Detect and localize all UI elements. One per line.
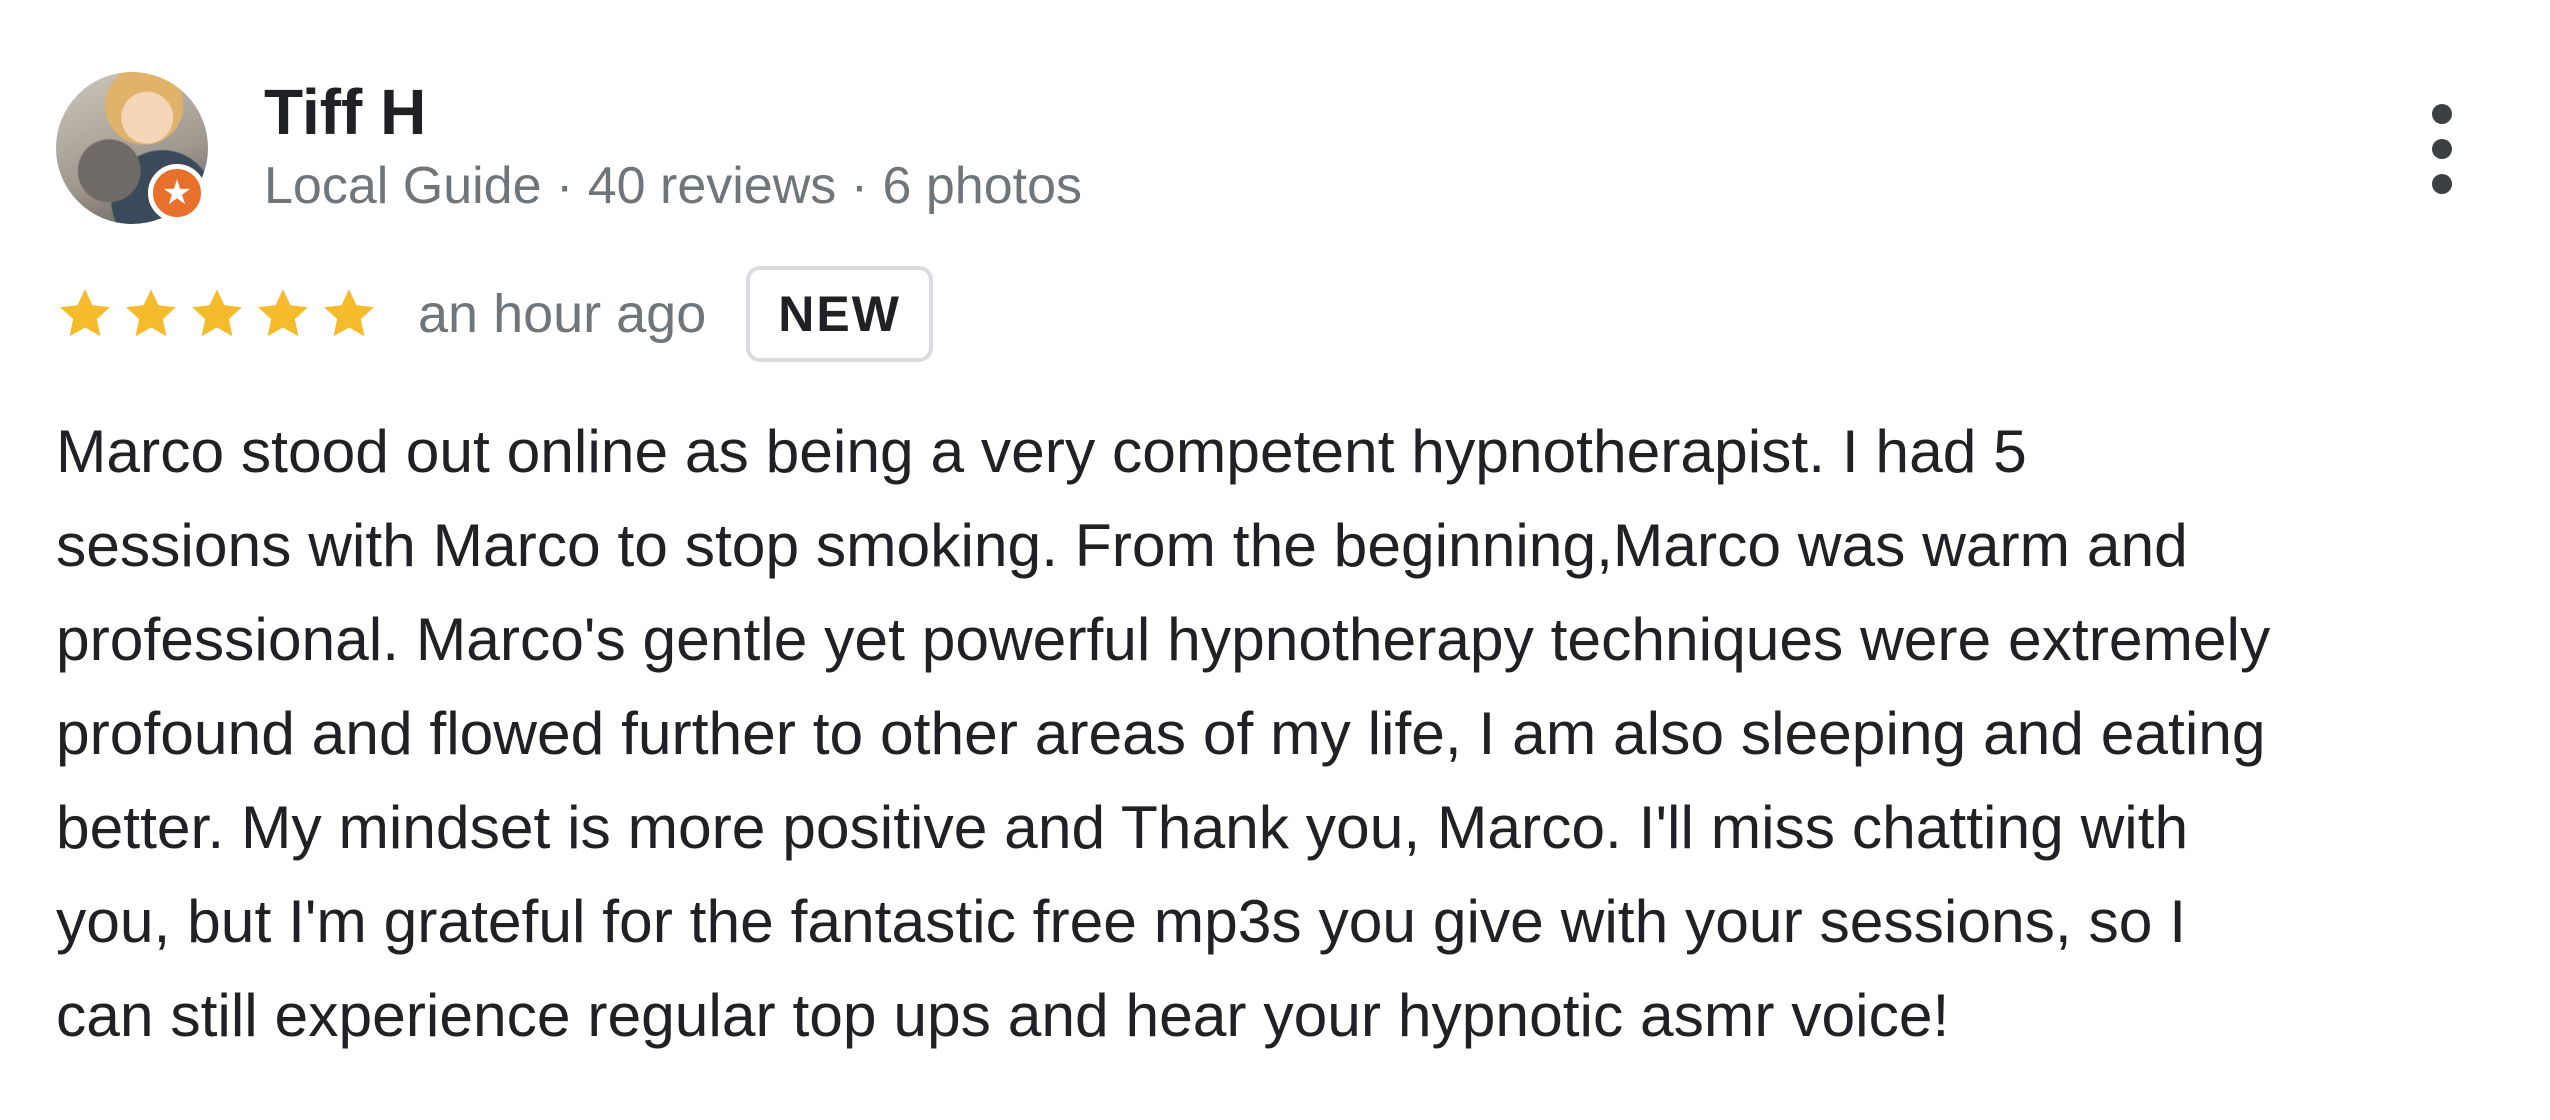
review-text-line: profound and flowed further to other are… [56,699,2266,767]
review-text-line: better. My mindset is more positive and … [56,793,2189,861]
star-rating [56,285,378,343]
star-icon [60,289,110,337]
more-vert-icon-dot [2432,139,2452,159]
review-card: ★ Tiff H Local Guide · 40 reviews · 6 ph… [0,0,2550,1120]
more-vert-icon-dot [2432,174,2452,194]
author-meta[interactable]: Local Guide · 40 reviews · 6 photos [264,152,1082,220]
review-text-line: can still experience regular top ups and… [56,981,1950,1049]
avatar-wrapper[interactable]: ★ [56,72,208,224]
review-text-line: you, but I'm grateful for the fantastic … [56,887,2187,955]
star-icon [192,289,242,337]
more-vert-icon-dot [2432,104,2452,124]
star-icon [324,289,374,337]
star-icon [258,289,308,337]
rating-row: an hour ago NEW [56,262,933,366]
star-icon [126,289,176,337]
review-text: Marco stood out online as being a very c… [56,404,2516,1062]
more-options-button[interactable] [2412,104,2472,194]
new-badge: NEW [746,266,933,362]
local-guide-star-icon: ★ [148,164,206,222]
review-text-line: sessions with Marco to stop smoking. Fro… [56,511,2188,579]
author-name[interactable]: Tiff H [264,72,426,152]
review-text-line: Marco stood out online as being a very c… [56,417,2027,485]
review-time: an hour ago [418,284,707,344]
review-text-line: professional. Marco's gentle yet powerfu… [56,605,2271,673]
